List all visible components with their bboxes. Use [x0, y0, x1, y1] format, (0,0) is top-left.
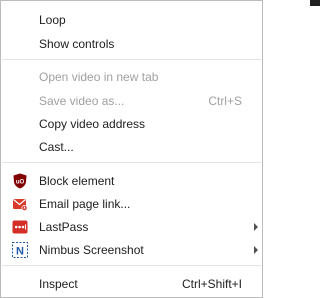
- menu-separator: [2, 59, 261, 60]
- menu-item-inspect[interactable]: Inspect Ctrl+Shift+I: [1, 273, 262, 295]
- menu-item-loop[interactable]: Loop: [1, 9, 262, 31]
- svg-text:uO: uO: [16, 180, 25, 186]
- menu-item-save-video-as: Save video as... Ctrl+S: [1, 90, 262, 112]
- svg-text:N: N: [16, 246, 24, 258]
- menu-item-label: Email page link...: [39, 197, 131, 211]
- nimbus-screenshot-icon: N: [12, 242, 28, 258]
- menu-item-label: Show controls: [39, 37, 115, 51]
- menu-separator: [2, 265, 261, 266]
- submenu-arrow-icon: [254, 223, 258, 231]
- ublock-origin-icon: uO: [13, 173, 27, 189]
- menu-item-label: Loop: [39, 13, 66, 27]
- window-corner: [310, 0, 320, 6]
- menu-item-label: Copy video address: [39, 117, 146, 131]
- menu-item-label: Inspect: [39, 277, 78, 291]
- menu-separator: [2, 162, 261, 163]
- menu-item-label: Save video as...: [39, 94, 125, 108]
- menu-item-block-element[interactable]: uO Block element: [1, 170, 262, 192]
- context-menu: Loop Show controls Open video in new tab…: [0, 0, 263, 298]
- menu-item-label: LastPass: [39, 220, 89, 234]
- menu-item-label: Cast...: [39, 140, 74, 154]
- menu-item-lastpass[interactable]: LastPass: [1, 216, 262, 238]
- menu-item-shortcut: Ctrl+Shift+I: [181, 277, 242, 291]
- menu-item-nimbus-screenshot[interactable]: N Nimbus Screenshot: [1, 239, 262, 261]
- menu-item-open-video-new-tab: Open video in new tab: [1, 66, 262, 88]
- menu-item-label: Block element: [39, 174, 115, 188]
- lastpass-icon: [12, 220, 28, 234]
- menu-item-shortcut: Ctrl+S: [208, 94, 242, 108]
- menu-item-show-controls[interactable]: Show controls: [1, 33, 262, 55]
- menu-item-email-page-link[interactable]: Email page link...: [1, 193, 262, 215]
- submenu-arrow-icon: [254, 246, 258, 254]
- menu-item-label: Open video in new tab: [39, 70, 159, 84]
- menu-item-label: Nimbus Screenshot: [39, 243, 144, 257]
- email-icon: [13, 199, 28, 211]
- menu-item-cast[interactable]: Cast...: [1, 136, 262, 158]
- menu-item-copy-video-address[interactable]: Copy video address: [1, 113, 262, 135]
